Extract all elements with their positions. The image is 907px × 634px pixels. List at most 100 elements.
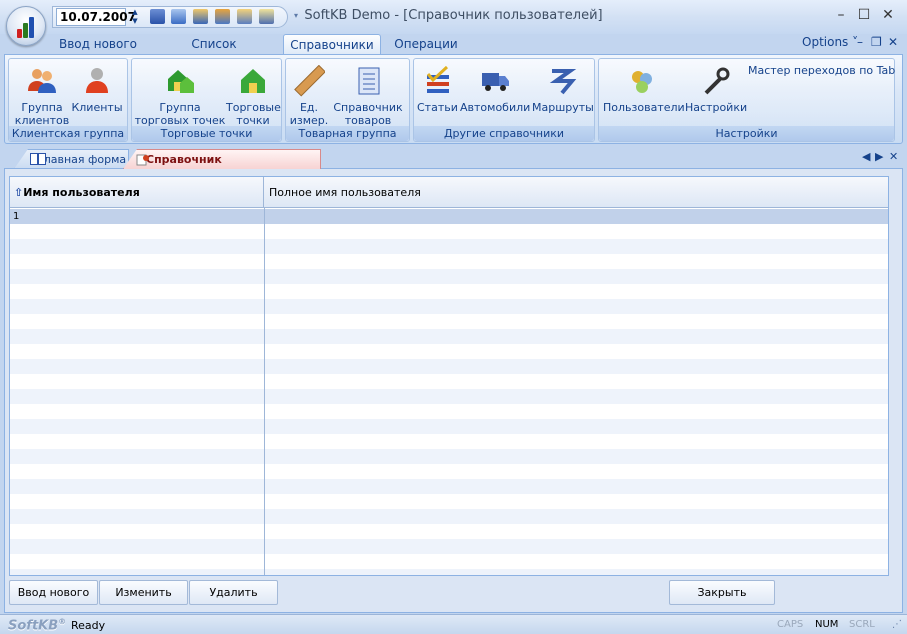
- tab-spravochniki[interactable]: Справочники: [283, 34, 381, 54]
- mdi-close-button[interactable]: ✕: [888, 35, 898, 49]
- catalog-icon: [352, 65, 384, 97]
- brand-reg-mark: ®: [58, 617, 67, 626]
- route-icon: [546, 65, 578, 97]
- username-header-label: Имя пользователя: [23, 186, 140, 199]
- empty-row: [10, 569, 888, 575]
- column-header-fullname[interactable]: Полное имя пользователя: [265, 177, 885, 208]
- quick-list-icon[interactable]: [150, 9, 165, 24]
- routes-label: Маршруты: [532, 101, 594, 114]
- caps-indicator: CAPS: [777, 619, 804, 630]
- new-entry-button[interactable]: Ввод нового: [9, 580, 98, 605]
- goods-catalog-label-1: Справочник: [333, 101, 403, 114]
- close-button[interactable]: ✕: [877, 6, 899, 24]
- app-orb-button[interactable]: [6, 6, 46, 46]
- empty-row: [10, 434, 888, 449]
- qat-customize-icon[interactable]: ▾: [294, 11, 298, 20]
- tab-operacii[interactable]: Операции: [390, 34, 462, 54]
- units-button[interactable]: Ед. измер.: [288, 63, 330, 127]
- column-divider: [264, 208, 265, 575]
- doc-tab-close-button[interactable]: ✕: [889, 150, 898, 163]
- empty-row: [10, 224, 888, 239]
- edit-button[interactable]: Изменить: [99, 580, 188, 605]
- empty-row: [10, 239, 888, 254]
- group-label-settings: Настройки: [599, 126, 894, 141]
- goods-catalog-button[interactable]: Справочник товаров: [332, 63, 404, 127]
- settings-button[interactable]: Настройки: [685, 63, 747, 114]
- column-header-username[interactable]: ⇧Имя пользователя: [10, 177, 264, 208]
- store-groups-label-1: Группа: [159, 101, 201, 114]
- quick-report-icon[interactable]: [259, 9, 274, 24]
- clients-button[interactable]: Клиенты: [71, 63, 123, 114]
- group-label-other: Другие справочники: [414, 126, 594, 141]
- client-groups-button[interactable]: Группа клиентов: [13, 63, 71, 127]
- options-menu[interactable]: Options ˅: [802, 35, 858, 49]
- wrench-icon: [700, 65, 732, 97]
- store-groups-button[interactable]: Группа торговых точек: [134, 63, 226, 127]
- cell-username: 1: [13, 211, 20, 222]
- book-icon: [30, 153, 46, 165]
- quick-export-icon[interactable]: [193, 9, 208, 24]
- sort-asc-icon: ⇧: [14, 186, 24, 199]
- maximize-button[interactable]: ☐: [853, 6, 875, 24]
- store-icon: [237, 65, 269, 97]
- ribbon-group-stores: Группа торговых точек Торговые точки Тор…: [131, 58, 282, 142]
- empty-row: [10, 374, 888, 389]
- date-spinner[interactable]: ▲ ▼: [129, 8, 141, 26]
- empty-row: [10, 539, 888, 554]
- status-brand-logo: SoftKB®: [8, 617, 66, 633]
- status-bar: SoftKB® Ready CAPS NUM SCRL ⋰: [0, 614, 907, 634]
- ribbon-group-other: Статьи Автомобили Маршруты Другие справо…: [413, 58, 595, 142]
- empty-row: [10, 389, 888, 404]
- close-form-button[interactable]: Закрыть: [669, 580, 775, 605]
- tab-spisok-dokumentov[interactable]: Список документов: [155, 34, 273, 71]
- empty-row: [10, 524, 888, 539]
- cars-button[interactable]: Автомобили: [460, 63, 530, 114]
- resize-grip-icon[interactable]: ⋰: [892, 619, 902, 630]
- num-indicator: NUM: [815, 619, 839, 630]
- delete-button[interactable]: Удалить: [189, 580, 278, 605]
- empty-row: [10, 404, 888, 419]
- routes-button[interactable]: Маршруты: [532, 63, 594, 114]
- truck-icon: [479, 65, 511, 97]
- empty-row: [10, 299, 888, 314]
- empty-row: [10, 494, 888, 509]
- empty-row: [10, 449, 888, 464]
- articles-button[interactable]: Статьи: [417, 63, 458, 114]
- tab-transition-wizard-link[interactable]: Мастер переходов по Tab: [748, 64, 895, 77]
- users-grid[interactable]: ⇧Имя пользователя Полное имя пользовател…: [9, 176, 889, 576]
- tab-vvod-novogo[interactable]: Ввод нового: [56, 34, 140, 54]
- minimize-button[interactable]: –: [830, 6, 852, 24]
- units-label-1: Ед.: [299, 101, 319, 114]
- quick-print-icon[interactable]: [237, 9, 252, 24]
- empty-row: [10, 284, 888, 299]
- ribbon-group-goods: Ед. измер. Справочник товаров Товарная г…: [285, 58, 410, 142]
- client-icon: [81, 65, 113, 97]
- quick-docs-icon[interactable]: [171, 9, 186, 24]
- spin-up-icon[interactable]: ▲: [129, 8, 141, 17]
- settings-label: Настройки: [685, 101, 748, 114]
- users-doc-icon: [136, 154, 149, 166]
- mdi-minimize-button[interactable]: –: [857, 35, 863, 49]
- table-row[interactable]: 1: [10, 209, 888, 224]
- chart-logo-icon: [17, 16, 37, 38]
- date-input[interactable]: 10.07.2007: [56, 8, 136, 26]
- spin-down-icon[interactable]: ▼: [129, 17, 141, 26]
- doc-tab-next-button[interactable]: ▶: [875, 150, 883, 163]
- quick-import-icon[interactable]: [215, 9, 230, 24]
- empty-row: [10, 329, 888, 344]
- grid-header: ⇧Имя пользователя Полное имя пользовател…: [10, 177, 888, 208]
- empty-row: [10, 254, 888, 269]
- stores-button[interactable]: Торговые точки: [226, 63, 281, 127]
- checklist-icon: [421, 65, 453, 97]
- group-label-clients: Клиентская группа: [9, 126, 127, 141]
- status-text: Ready: [71, 619, 106, 632]
- empty-row: [10, 344, 888, 359]
- client-groups-label-1: Группа: [21, 101, 63, 114]
- users-button[interactable]: Пользователи: [603, 63, 685, 114]
- mdi-restore-button[interactable]: ❐: [871, 35, 882, 49]
- doc-tab-prev-button[interactable]: ◀: [862, 150, 870, 163]
- empty-row: [10, 479, 888, 494]
- doc-tab-users-catalog[interactable]: Справочник пользователей: [123, 149, 321, 169]
- stores-group-icon: [164, 65, 196, 97]
- empty-row: [10, 269, 888, 284]
